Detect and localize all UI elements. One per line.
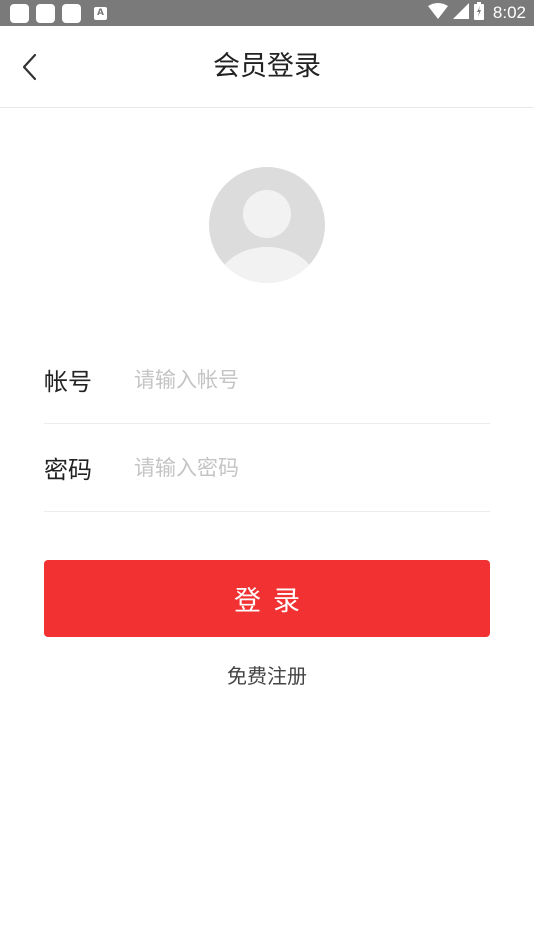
account-input[interactable] (134, 367, 490, 392)
signal-icon (452, 3, 469, 23)
chevron-left-icon (22, 53, 37, 81)
status-time: 8:02 (492, 3, 526, 22)
a-icon: A (94, 6, 107, 20)
header-bar: 会员登录 (0, 26, 534, 108)
login-button[interactable]: 登录 (44, 560, 490, 637)
register-link[interactable]: 免费注册 (0, 660, 534, 689)
avatar (209, 167, 325, 283)
app-notification-icon (62, 3, 81, 23)
status-bar-left: A (10, 3, 107, 23)
page-title: 会员登录 (213, 51, 321, 82)
battery-icon (473, 2, 484, 24)
status-bar: A 8:02 (0, 0, 534, 26)
wifi-icon (427, 3, 448, 23)
app-notification-icon (36, 3, 55, 23)
back-button[interactable] (14, 48, 44, 86)
password-row: 密码 (44, 424, 490, 512)
account-label: 帐号 (44, 368, 92, 396)
user-avatar-icon (209, 167, 325, 283)
password-input[interactable] (134, 455, 490, 480)
app-notification-icon (10, 3, 29, 23)
password-label: 密码 (44, 456, 92, 484)
status-bar-right: 8:02 (427, 2, 526, 24)
account-row: 帐号 (44, 336, 490, 424)
